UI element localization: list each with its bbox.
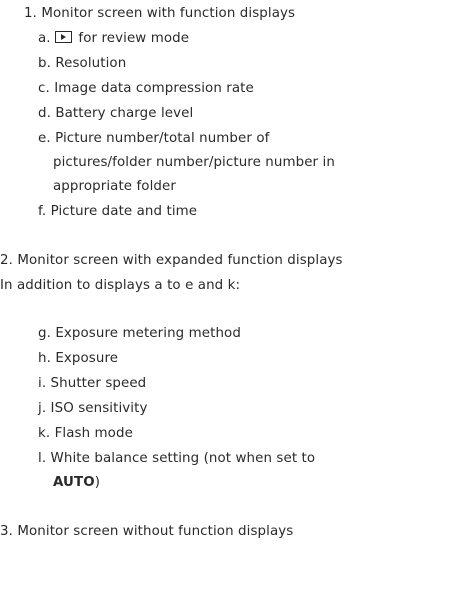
item-e-text: Picture number/total number of [55,131,270,146]
item-3-number: 3. [0,524,13,539]
item-a-text: for review mode [78,31,190,46]
item-3-text: Monitor screen without function displays [17,524,294,539]
item-i: i. Shutter speed [38,376,146,392]
item-k-letter: k. [38,426,51,441]
item-b-text: Resolution [55,56,127,71]
item-f-letter: f. [38,204,47,219]
item-k: k. Flash mode [38,426,133,442]
item-c-text: Image data compression rate [54,81,254,96]
item-e: e. Picture number/total number of [38,131,269,147]
item-g-text: Exposure metering method [55,326,241,341]
item-2-number: 2. [0,253,13,268]
item-c-letter: c. [38,81,50,96]
item-2: 2. Monitor screen with expanded function… [0,253,343,269]
item-g-letter: g. [38,326,51,341]
item-1-number: 1. [24,6,37,21]
item-g: g. Exposure metering method [38,326,241,342]
item-i-letter: i. [38,376,47,391]
item-d-letter: d. [38,106,51,121]
item-l-closing: ) [94,475,101,490]
item-2-note: In addition to displays a to e and k: [0,278,241,293]
item-e-continuation-1: pictures/folder number/picture number in [53,155,335,170]
auto-keyword: AUTO [53,475,95,490]
item-l-letter: l. [38,451,47,466]
play-review-icon [55,31,73,43]
item-d-text: Battery charge level [55,106,194,121]
item-l-text: White balance setting (not when set to [50,451,316,466]
item-d: d. Battery charge level [38,106,193,122]
item-k-text: Flash mode [54,426,133,441]
item-c: c. Image data compression rate [38,81,254,97]
item-j: j. ISO sensitivity [38,401,147,417]
item-b-letter: b. [38,56,51,71]
item-b: b. Resolution [38,56,126,72]
item-h: h. Exposure [38,351,118,367]
item-2-text: Monitor screen with expanded function di… [17,253,343,268]
item-e-continuation-2: appropriate folder [53,179,176,194]
item-i-text: Shutter speed [50,376,147,391]
item-l-continuation: AUTO) [53,475,100,491]
item-a-letter: a. [38,31,51,46]
item-e-letter: e. [38,131,51,146]
item-j-text: ISO sensitivity [50,401,148,416]
item-f: f. Picture date and time [38,204,197,220]
item-f-text: Picture date and time [50,204,198,219]
item-h-text: Exposure [55,351,119,366]
item-1-text: Monitor screen with function displays [41,6,296,21]
item-l: l. White balance setting (not when set t… [38,451,315,467]
item-a: a. for review mode [38,31,189,47]
item-3: 3. Monitor screen without function displ… [0,524,293,540]
item-h-letter: h. [38,351,51,366]
item-j-letter: j. [38,401,47,416]
item-1: 1. Monitor screen with function displays [24,6,295,22]
